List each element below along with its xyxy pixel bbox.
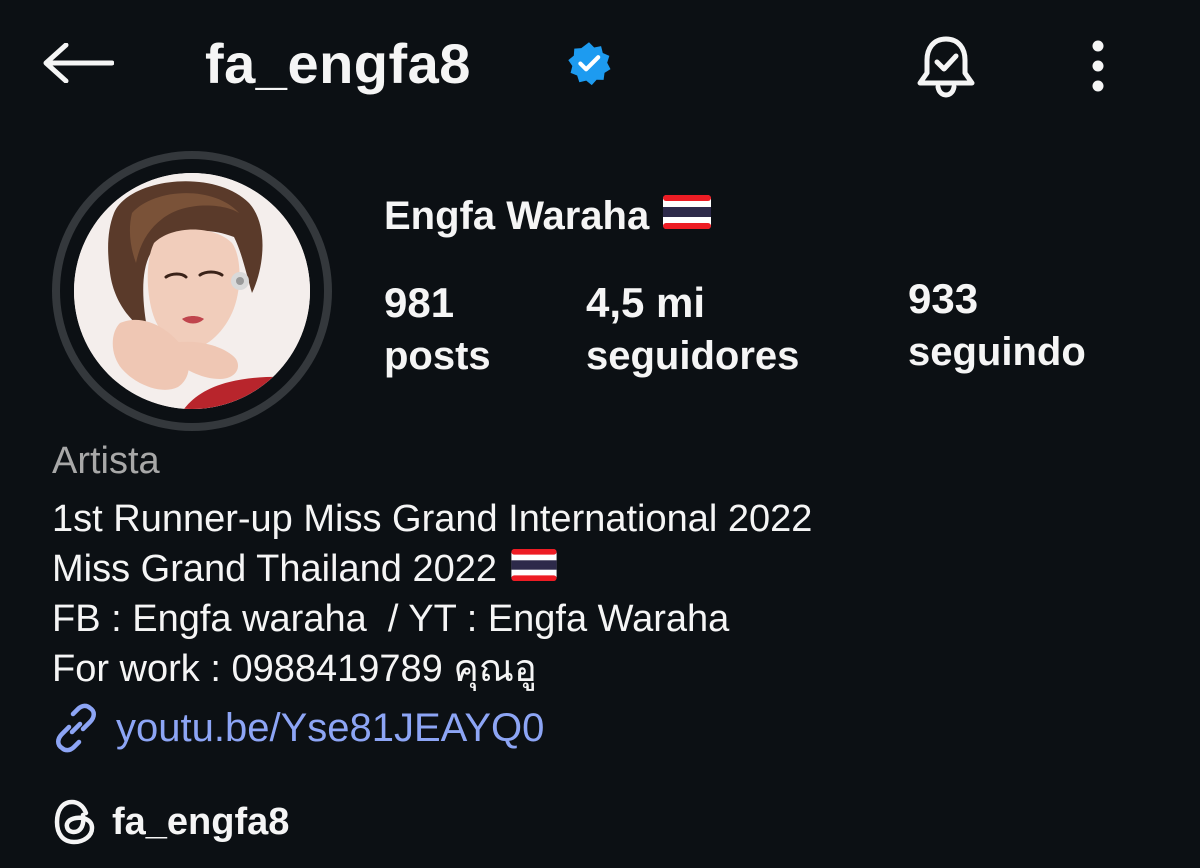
bio-line: For work : 0988419789 คุณอู xyxy=(52,648,537,690)
more-vertical-icon xyxy=(1092,40,1104,92)
bio-line: Miss Grand Thailand 2022 xyxy=(52,544,557,594)
following-count: 933 xyxy=(908,275,979,322)
notifications-button[interactable] xyxy=(908,30,984,102)
arrow-left-icon xyxy=(43,43,114,83)
posts-stat[interactable]: 981 posts xyxy=(384,278,491,384)
bio-line: FB : Engfa waraha / YT : Engfa Waraha xyxy=(52,598,730,640)
profile-avatar[interactable] xyxy=(52,151,332,431)
following-stat[interactable]: 933 seguindo xyxy=(908,274,1086,380)
profile-category: Artista xyxy=(52,440,160,482)
more-options-button[interactable] xyxy=(1072,30,1124,102)
header-username: fa_engfa8 xyxy=(205,32,471,95)
followers-count: 4,5 mi xyxy=(586,279,706,326)
bio-line: 1st Runner-up Miss Grand International 2… xyxy=(52,498,813,540)
followers-label: seguidores xyxy=(586,334,800,378)
posts-count: 981 xyxy=(384,279,455,326)
threads-handle: fa_engfa8 xyxy=(112,801,290,843)
following-label: seguindo xyxy=(908,330,1086,374)
bell-check-icon xyxy=(917,36,975,98)
bio-link-text: youtu.be/Yse81JEAYQ0 xyxy=(116,706,545,750)
bio-link[interactable]: youtu.be/Yse81JEAYQ0 xyxy=(50,702,544,754)
verified-badge-icon xyxy=(566,40,612,86)
posts-label: posts xyxy=(384,334,491,378)
bio-line-text: Miss Grand Thailand 2022 xyxy=(52,548,497,590)
thailand-flag-icon xyxy=(663,190,712,242)
threads-badge[interactable]: fa_engfa8 xyxy=(52,796,289,848)
threads-icon xyxy=(54,799,95,845)
profile-display-name: Engfa Waraha xyxy=(384,190,712,242)
avatar-photo xyxy=(74,173,310,409)
thailand-flag-icon xyxy=(511,544,557,594)
followers-stat[interactable]: 4,5 mi seguidores xyxy=(586,278,799,384)
display-name-text: Engfa Waraha xyxy=(384,194,650,238)
link-icon xyxy=(56,703,96,753)
back-button[interactable] xyxy=(38,30,118,96)
